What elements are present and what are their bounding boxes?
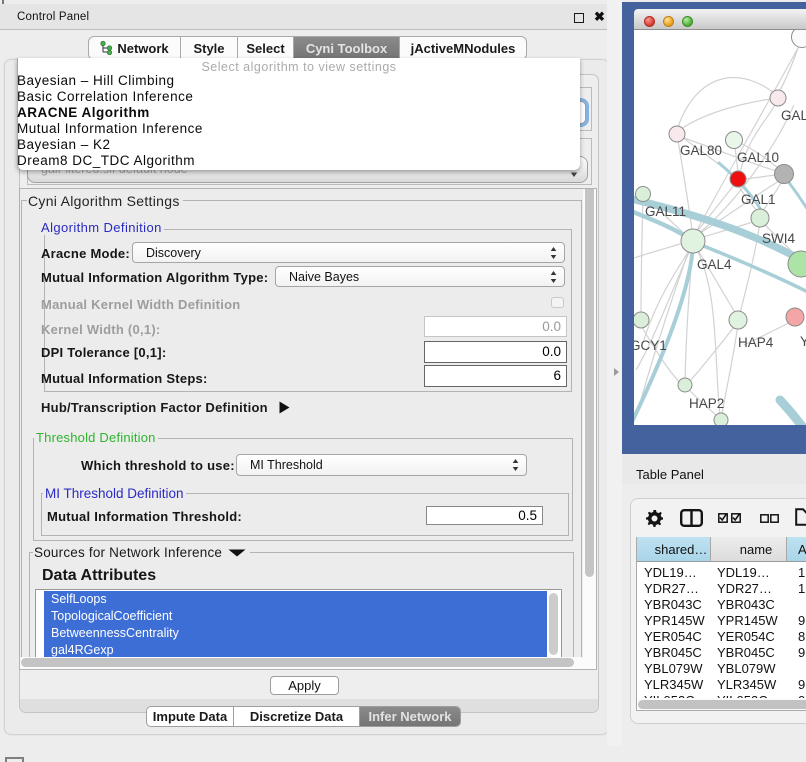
- svg-text:SWI4: SWI4: [762, 231, 795, 246]
- svg-text:GAL4: GAL4: [697, 257, 732, 272]
- svg-text:GAL10: GAL10: [737, 150, 779, 165]
- svg-text:Y: Y: [800, 334, 806, 349]
- svg-text:GAL2: GAL2: [781, 108, 806, 123]
- svg-text:GAL1: GAL1: [741, 192, 776, 207]
- svg-text:GAL11: GAL11: [645, 204, 686, 219]
- svg-text:GCY1: GCY1: [634, 338, 667, 353]
- svg-text:HAP4: HAP4: [738, 335, 774, 350]
- svg-text:GAL80: GAL80: [680, 143, 722, 158]
- svg-text:HAP2: HAP2: [689, 396, 724, 411]
